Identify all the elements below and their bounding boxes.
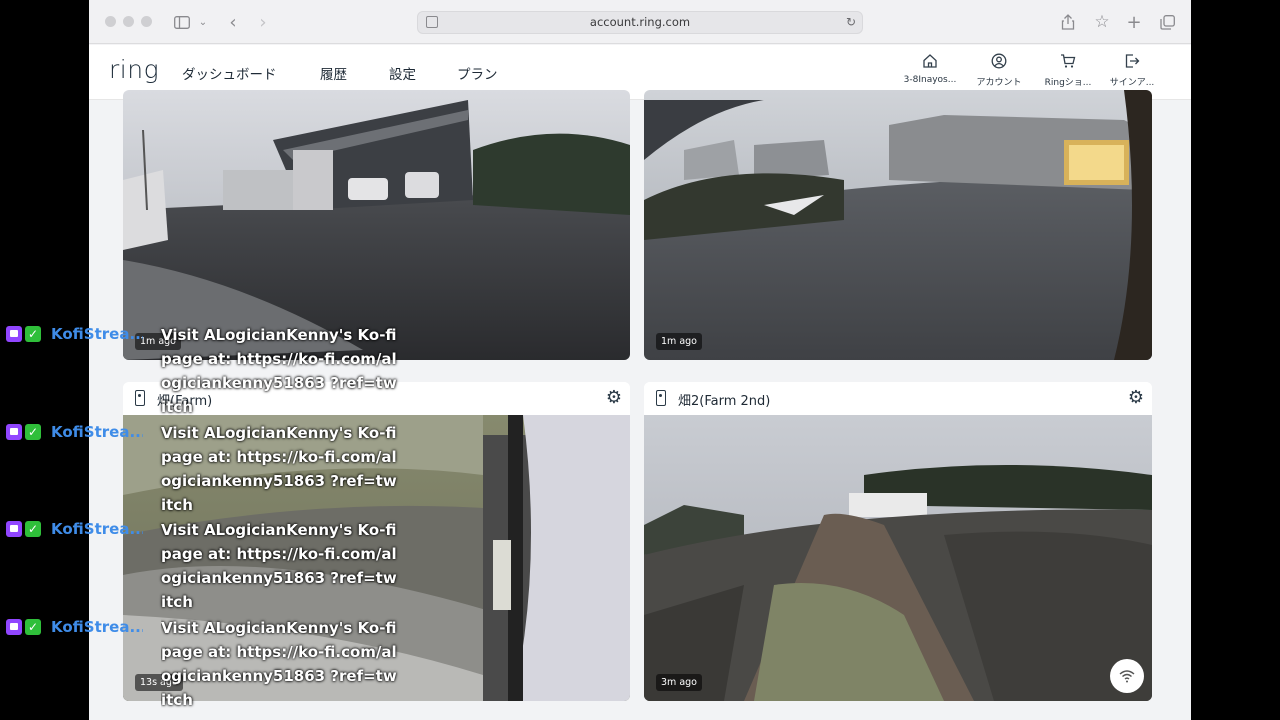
browser-toolbar: ⌄ ‹ › account.ring.com ↻ ☆ + [89,0,1191,44]
camera-card-2[interactable]: 1m ago [644,90,1152,360]
nav-settings[interactable]: 設定 [389,63,416,83]
gear-icon[interactable]: ⚙ [1128,387,1144,408]
chevron-down-icon[interactable]: ⌄ [197,10,209,34]
home-icon [895,53,965,73]
location-label: 3-8Inayos... [903,75,957,85]
close-window-button[interactable] [105,16,116,27]
camera-feed-4[interactable]: 3m ago [644,415,1152,701]
camera-device-icon [135,390,145,406]
sign-out-icon [1097,53,1167,73]
nav-history[interactable]: 履歴 [320,63,347,83]
camera-card-1[interactable]: 1m ago [123,90,630,360]
camera-feed-1[interactable]: 1m ago [123,90,630,360]
camera-device-icon [656,390,666,406]
back-arrow-icon[interactable]: ‹ [223,10,243,34]
cart-icon [1033,53,1103,73]
twitch-icon [6,619,22,635]
camera-header-4: 畑2(Farm 2nd) ⚙ [644,382,1152,415]
zoom-window-button[interactable] [141,16,152,27]
chat-message-3: Visit ALogicianKenny's Ko-fi page at: ht… [161,521,397,611]
last-event-badge-2: 1m ago [656,333,702,350]
chat-message-1: Visit ALogicianKenny's Ko-fi page at: ht… [161,326,397,416]
nav-dashboard[interactable]: ダッシュボード [182,63,277,83]
sign-out-button[interactable]: サインア... [1097,53,1167,88]
new-tab-plus-icon[interactable]: + [1124,10,1144,34]
tab-overview-icon[interactable] [1157,10,1177,34]
account-label: アカウント [976,78,1022,88]
gear-icon[interactable]: ⚙ [606,387,622,408]
chat-username: KofiStrea... [51,520,143,538]
chat-message-2: Visit ALogicianKenny's Ko-fi page at: ht… [161,424,397,514]
screen: ⌄ ‹ › account.ring.com ↻ ☆ + ring ダッシュボー… [0,0,1280,720]
share-icon[interactable] [1058,10,1078,34]
last-event-badge-4: 3m ago [656,674,702,691]
chat-username: KofiStrea... [51,325,143,343]
check-icon: ✓ [25,326,41,342]
sign-out-label: サインア... [1109,78,1155,88]
wifi-icon[interactable] [1110,659,1144,693]
ring-logo[interactable]: ring [109,55,159,84]
chat-entry-3: ✓ KofiStrea... [6,518,143,540]
bookmark-star-icon[interactable]: ☆ [1092,10,1112,34]
nav-plan[interactable]: プラン [457,63,498,83]
check-icon: ✓ [25,521,41,537]
chat-entry-1: ✓ KofiStrea... [6,323,143,345]
minimize-window-button[interactable] [123,16,134,27]
account-button[interactable]: アカウント [964,53,1034,88]
chat-entry-2: ✓ KofiStrea... [6,421,143,443]
camera-name-4: 畑2(Farm 2nd) [678,394,771,409]
twitch-icon [6,326,22,342]
camera-feed-2[interactable]: 1m ago [644,90,1152,360]
account-icon [964,53,1034,73]
location-button[interactable]: 3-8Inayos... [895,53,965,85]
url-text: account.ring.com [589,15,691,29]
ring-shop-button[interactable]: Ringショ... [1033,53,1103,88]
chat-entry-4: ✓ KofiStrea... [6,616,143,638]
reload-icon[interactable]: ↻ [846,15,856,29]
check-icon: ✓ [25,424,41,440]
ring-shop-label: Ringショ... [1044,78,1092,88]
chat-username: KofiStrea... [51,618,143,636]
camera-card-4[interactable]: 畑2(Farm 2nd) ⚙ 3m ago [644,382,1152,701]
chat-username: KofiStrea... [51,423,143,441]
address-bar[interactable]: account.ring.com ↻ [417,11,863,34]
sidebar-icon[interactable] [171,10,193,34]
twitch-icon [6,424,22,440]
twitch-icon [6,521,22,537]
check-icon: ✓ [25,619,41,635]
chat-message-4: Visit ALogicianKenny's Ko-fi page at: ht… [161,619,397,709]
forward-arrow-icon[interactable]: › [253,10,273,34]
